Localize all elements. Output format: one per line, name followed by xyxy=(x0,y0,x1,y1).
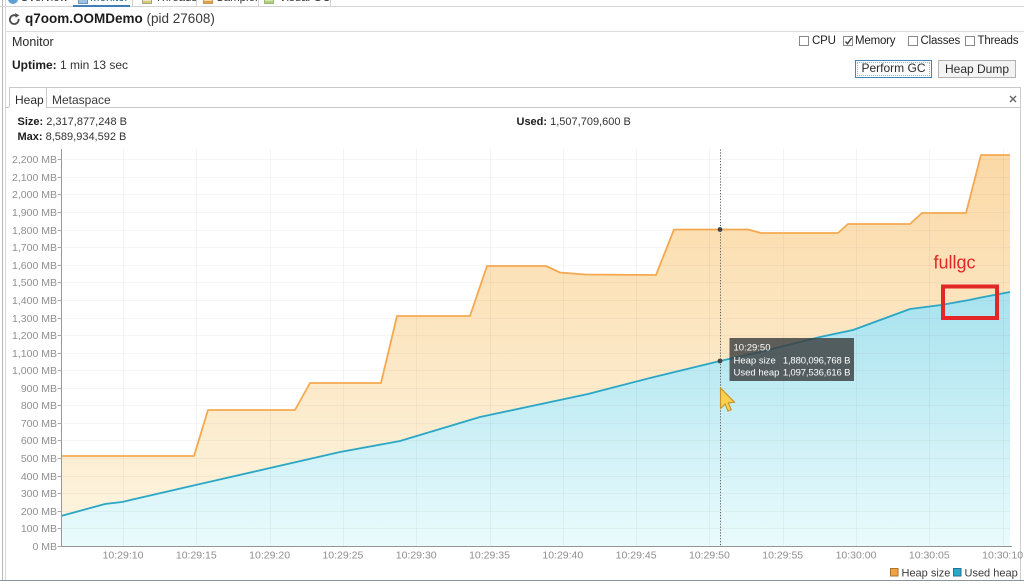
svg-text:10:29:50: 10:29:50 xyxy=(689,550,730,562)
svg-text:500 MB: 500 MB xyxy=(21,453,57,465)
svg-text:800 MB: 800 MB xyxy=(21,400,57,412)
svg-text:10:29:35: 10:29:35 xyxy=(469,550,510,562)
svg-text:1,600 MB: 1,600 MB xyxy=(12,260,57,272)
svg-text:2,200 MB: 2,200 MB xyxy=(12,154,57,166)
svg-text:1,097,536,616 B: 1,097,536,616 B xyxy=(783,368,850,379)
svg-text:10:29:50: 10:29:50 xyxy=(734,343,771,354)
svg-text:10:29:15: 10:29:15 xyxy=(176,550,217,562)
svg-text:10:30:05: 10:30:05 xyxy=(909,550,950,562)
svg-text:1,300 MB: 1,300 MB xyxy=(12,313,57,325)
svg-text:10:29:30: 10:29:30 xyxy=(396,550,437,562)
svg-text:fullgc: fullgc xyxy=(934,253,976,273)
svg-text:1,500 MB: 1,500 MB xyxy=(12,277,57,289)
svg-text:Heap size: Heap size xyxy=(902,568,951,580)
svg-text:1,800 MB: 1,800 MB xyxy=(12,225,57,237)
svg-text:10:29:40: 10:29:40 xyxy=(542,550,583,562)
svg-text:1,400 MB: 1,400 MB xyxy=(12,295,57,307)
svg-text:1,000 MB: 1,000 MB xyxy=(12,365,57,377)
svg-text:10:30:00: 10:30:00 xyxy=(836,550,877,562)
svg-text:Heap size: Heap size xyxy=(734,355,776,366)
svg-text:Used heap: Used heap xyxy=(734,368,780,379)
svg-text:2,100 MB: 2,100 MB xyxy=(12,172,57,184)
svg-text:900 MB: 900 MB xyxy=(21,383,57,395)
svg-text:1,880,096,768 B: 1,880,096,768 B xyxy=(783,355,850,366)
svg-text:300 MB: 300 MB xyxy=(21,488,57,500)
svg-text:10:29:10: 10:29:10 xyxy=(103,550,144,562)
svg-text:10:29:45: 10:29:45 xyxy=(616,550,657,562)
svg-text:2,000 MB: 2,000 MB xyxy=(12,189,57,201)
svg-text:1,100 MB: 1,100 MB xyxy=(12,348,57,360)
svg-text:1,900 MB: 1,900 MB xyxy=(12,207,57,219)
svg-text:10:29:20: 10:29:20 xyxy=(249,550,290,562)
svg-text:1,200 MB: 1,200 MB xyxy=(12,330,57,342)
svg-text:400 MB: 400 MB xyxy=(21,471,57,483)
svg-text:700 MB: 700 MB xyxy=(21,418,57,430)
svg-text:200 MB: 200 MB xyxy=(21,506,57,518)
svg-text:10:30:10: 10:30:10 xyxy=(982,550,1023,562)
svg-text:10:29:25: 10:29:25 xyxy=(322,550,363,562)
svg-text:10:29:55: 10:29:55 xyxy=(762,550,803,562)
svg-text:0 MB: 0 MB xyxy=(32,541,57,553)
svg-text:1,700 MB: 1,700 MB xyxy=(12,242,57,254)
svg-text:100 MB: 100 MB xyxy=(21,523,57,535)
svg-text:Used heap: Used heap xyxy=(965,568,1018,580)
svg-text:600 MB: 600 MB xyxy=(21,435,57,447)
